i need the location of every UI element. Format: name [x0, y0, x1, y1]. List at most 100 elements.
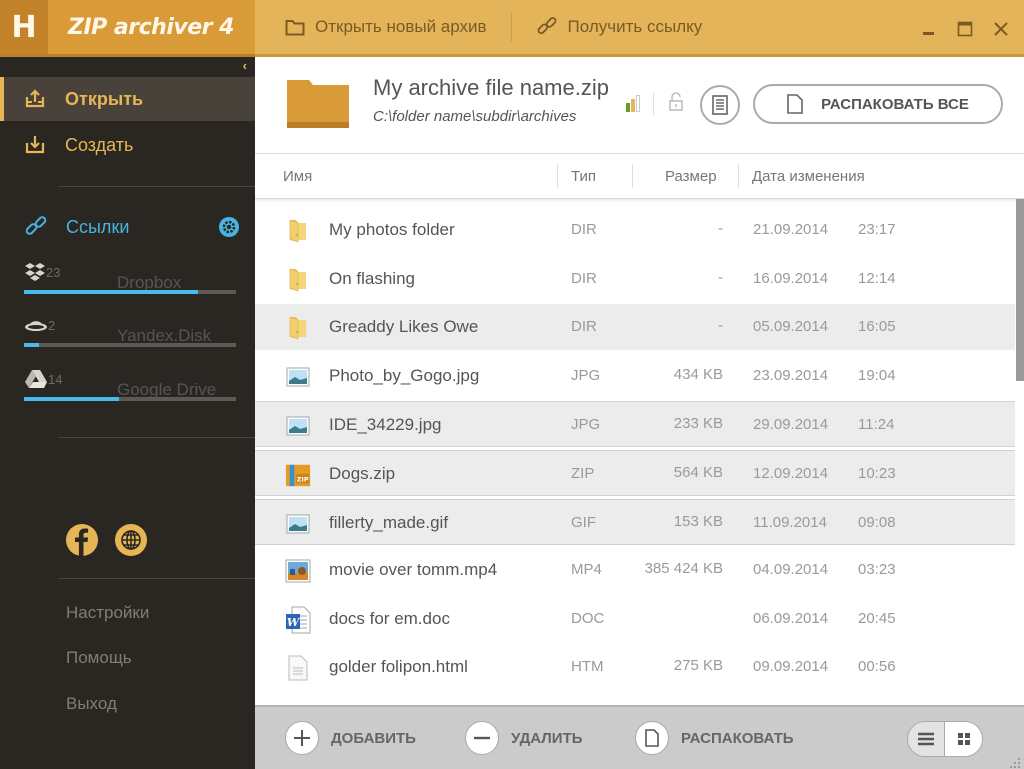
minimize-icon[interactable]	[920, 20, 938, 38]
file-size: 434 KB	[673, 365, 723, 383]
extract-all-label: РАСПАКОВАТЬ ВСЕ	[821, 95, 969, 113]
info-button[interactable]	[700, 85, 740, 125]
divider	[58, 186, 255, 187]
open-new-archive-button[interactable]: Открыть новый архив	[285, 0, 487, 54]
extract-all-button[interactable]: РАСПАКОВАТЬ ВСЕ	[753, 84, 1003, 124]
get-link-button[interactable]: Получить ссылку	[536, 0, 702, 54]
cloud-usage-bar	[24, 397, 236, 401]
cloud-usage-fill	[24, 343, 39, 347]
file-row[interactable]: Photo_by_Gogo.jpg JPG 434 KB 23.09.2014 19:0…	[255, 353, 1015, 399]
exit-link[interactable]: Выход	[66, 694, 117, 714]
settings-link[interactable]: Настройки	[66, 603, 149, 623]
resize-grip-icon[interactable]	[1010, 755, 1020, 768]
app-logo: H	[0, 0, 48, 54]
column-size[interactable]: Размер	[665, 168, 717, 185]
word-document-icon: W	[285, 606, 311, 634]
file-size: 564 KB	[673, 464, 723, 481]
folder-icon	[285, 218, 311, 244]
column-divider[interactable]	[738, 164, 739, 188]
add-button[interactable]: ДОБАВИТЬ	[285, 721, 416, 755]
maximize-icon[interactable]	[956, 20, 974, 38]
cloud-yandex-disk[interactable]: Yandex.Disk 2	[24, 313, 236, 353]
file-time: 16:05	[858, 318, 896, 336]
sidebar-item-open[interactable]: Открыть	[0, 77, 255, 121]
file-date: 05.09.2014	[753, 318, 829, 336]
file-row[interactable]: ZIP Dogs.zip ZIP 564 KB 12.09.2014 10:23	[255, 450, 1015, 496]
file-size: 233 KB	[673, 415, 723, 433]
file-row[interactable]: IDE_34229.jpg JPG 233 KB 29.09.2014 11:24	[255, 401, 1015, 448]
column-date[interactable]: Дата изменения	[752, 168, 865, 185]
file-date: 16.09.2014	[753, 269, 829, 287]
yandex-disk-icon	[24, 316, 48, 334]
cloud-dropbox[interactable]: Dropbox 23	[24, 260, 236, 300]
file-time: 11:24	[858, 416, 895, 434]
lock-icon[interactable]	[668, 92, 684, 117]
delete-button[interactable]: УДАЛИТЬ	[465, 721, 583, 755]
collapse-sidebar-button[interactable]: ‹	[243, 58, 247, 73]
file-name: docs for em.doc	[329, 608, 450, 628]
file-type: JPG	[571, 416, 601, 434]
sidebar-item-links[interactable]: Ссылки	[24, 214, 240, 240]
facebook-icon[interactable]	[66, 524, 98, 556]
divider	[58, 578, 255, 579]
file-time: 12:14	[858, 269, 896, 287]
link-icon	[536, 16, 558, 38]
file-row[interactable]: My photos folder DIR - 21.09.2014 23:17	[255, 207, 1015, 253]
file-size: -	[718, 220, 723, 237]
file-time: 10:23	[858, 465, 896, 482]
create-download-icon	[24, 135, 46, 155]
file-time: 19:04	[858, 366, 896, 384]
plus-icon	[285, 721, 319, 755]
sidebar-item-label: Открыть	[65, 88, 144, 109]
column-type[interactable]: Тип	[571, 168, 596, 185]
view-toggle	[907, 721, 983, 757]
file-name: movie over tomm.mp4	[329, 560, 498, 580]
compression-bar	[636, 95, 640, 112]
file-name: Dogs.zip	[329, 464, 396, 483]
column-divider[interactable]	[557, 164, 558, 188]
archive-name: My archive file name.zip	[373, 75, 609, 100]
list-view-button[interactable]	[908, 722, 945, 756]
close-icon[interactable]	[992, 20, 1010, 38]
folder-icon	[285, 267, 311, 293]
extract-button[interactable]: РАСПАКОВАТЬ	[635, 721, 794, 755]
column-name[interactable]: Имя	[283, 168, 312, 185]
compression-level-icon	[626, 95, 640, 112]
grid-view-button[interactable]	[945, 722, 982, 756]
file-date: 23.09.2014	[753, 366, 829, 384]
list-icon	[917, 732, 935, 746]
column-divider[interactable]	[632, 164, 633, 188]
file-list: My photos folder DIR - 21.09.2014 23:17 On fl…	[255, 199, 1024, 705]
file-row[interactable]: fillerty_made.gif GIF 153 KB 11.09.2014 09:0…	[255, 498, 1015, 545]
file-row[interactable]: golder folipon.html HTM 275 KB 09.09.2014 00…	[255, 644, 1015, 690]
file-name: golder folipon.html	[329, 657, 468, 677]
file-row[interactable]: Wdocs for em.doc DOC 06.09.2014 20:45	[255, 596, 1015, 642]
sidebar: H ZIP archiver 4 ‹ Открыть Создать Ссылк…	[0, 0, 255, 769]
link-icon	[24, 215, 48, 239]
file-row[interactable]: On flashing DIR - 16.09.2014 12:14	[255, 256, 1015, 302]
file-row[interactable]: movie over tomm.mp4 MP4 385 424 KB 04.09.20…	[255, 547, 1015, 593]
file-name: fillerty_made.gif	[329, 512, 449, 532]
file-type: DIR	[571, 269, 597, 287]
cloud-usage-fill	[24, 290, 198, 294]
video-file-icon	[285, 558, 311, 584]
zip-file-icon: ZIP	[285, 462, 311, 488]
app-title: ZIP archiver 4	[68, 14, 234, 40]
compression-bar	[626, 103, 630, 112]
cloud-usage-bar	[24, 290, 236, 294]
help-link[interactable]: Помощь	[66, 648, 132, 668]
file-type: ZIP	[571, 465, 595, 482]
file-name: On flashing	[329, 268, 415, 288]
gear-icon[interactable]	[218, 216, 240, 238]
sidebar-item-create[interactable]: Создать	[0, 123, 255, 167]
globe-icon[interactable]	[115, 524, 147, 556]
svg-text:ZIP: ZIP	[297, 476, 309, 484]
cloud-usage-bar	[24, 343, 236, 347]
divider	[58, 437, 255, 438]
file-date: 06.09.2014	[753, 609, 829, 627]
image-file-icon	[285, 511, 311, 537]
file-row[interactable]: Greaddy Likes Owe DIR - 05.09.2014 16:05	[255, 304, 1015, 351]
file-size: 275 KB	[673, 657, 723, 675]
scrollbar-thumb[interactable]	[1016, 199, 1024, 381]
cloud-google-drive[interactable]: Google Drive 14	[24, 367, 236, 407]
